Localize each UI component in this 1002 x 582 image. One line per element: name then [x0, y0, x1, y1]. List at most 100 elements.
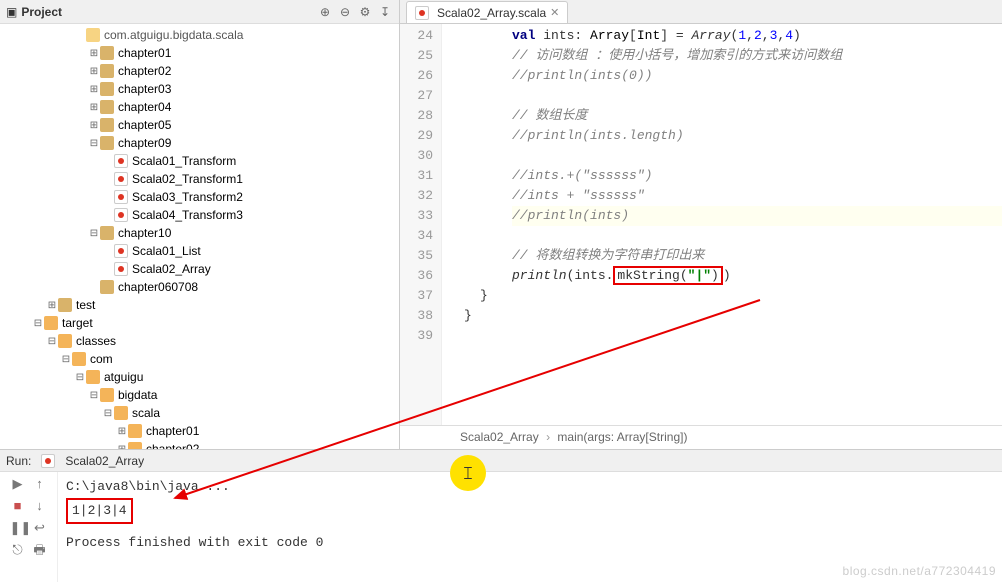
tree-item[interactable]: Scala03_Transform2 [0, 188, 399, 206]
code-line[interactable] [512, 86, 1002, 106]
code-line[interactable]: //ints.+("ssssss") [512, 166, 1002, 186]
tree-item[interactable]: ⊟scala [0, 404, 399, 422]
tree-item[interactable]: ⊞chapter04 [0, 98, 399, 116]
expander-icon[interactable]: ⊞ [116, 444, 128, 450]
tree-item[interactable]: ⊟ target [0, 314, 399, 332]
code-line[interactable]: //println(ints) [512, 206, 1002, 226]
expander-icon[interactable]: ⊞ [88, 120, 100, 131]
expander-icon[interactable]: ⊞ [88, 66, 100, 77]
tree-label: Scala03_Transform2 [132, 190, 243, 204]
console-cmd: C:\java8\bin\java ... [66, 476, 994, 498]
soft-wrap-icon[interactable]: ↩ [32, 520, 48, 536]
scala-icon [114, 190, 128, 204]
tree-item[interactable]: ⊟atguigu [0, 368, 399, 386]
stop-icon[interactable]: ■ [10, 498, 26, 514]
code-line[interactable]: } [464, 306, 1002, 326]
folder-icon [58, 298, 72, 312]
tree-item[interactable]: ⊞chapter02 [0, 62, 399, 80]
tree-item[interactable]: ⊟bigdata [0, 386, 399, 404]
expander-icon[interactable]: ⊞ [88, 102, 100, 113]
tree-label: chapter09 [118, 136, 171, 150]
code-line[interactable]: // 将数组转换为字符串打印出来 [512, 246, 1002, 266]
breadcrumb[interactable]: Scala02_Array › main(args: Array[String]… [400, 425, 1002, 449]
watermark: blog.csdn.net/a772304419 [843, 564, 996, 578]
tree-item[interactable]: Scala01_List [0, 242, 399, 260]
tree-item[interactable]: ⊟classes [0, 332, 399, 350]
folder-icon [100, 280, 114, 294]
tree-item[interactable]: ⊞chapter03 [0, 80, 399, 98]
folder-icon [100, 82, 114, 96]
code-area[interactable]: 24252627282930313233343536373839 val int… [400, 24, 1002, 425]
tree-item[interactable]: ⊟ chapter10 [0, 224, 399, 242]
expander-icon[interactable]: ⊟ [74, 372, 86, 383]
code-line[interactable]: println(ints.mkString("|")) [512, 266, 1002, 286]
expander-icon[interactable]: ⊟ [32, 318, 44, 329]
expander-icon[interactable]: ⊟ [102, 408, 114, 419]
tree-item[interactable]: ⊞chapter02 [0, 440, 399, 449]
expander-icon[interactable]: ⊟ [60, 354, 72, 365]
collapse-all-icon[interactable]: ⊕ [317, 4, 333, 20]
project-tree[interactable]: com.atguigu.bigdata.scala⊞chapter01⊞chap… [0, 24, 399, 449]
code-line[interactable]: //println(ints(0)) [512, 66, 1002, 86]
tree-item[interactable]: Scala02_Transform1 [0, 170, 399, 188]
run-config-name[interactable]: Scala02_Array [65, 454, 144, 468]
tree-item[interactable]: ⊞chapter01 [0, 44, 399, 62]
folder-orange-icon [128, 424, 142, 438]
pause-icon[interactable]: ❚❚ [10, 520, 26, 536]
tree-item[interactable]: Scala01_Transform [0, 152, 399, 170]
tree-item[interactable]: com.atguigu.bigdata.scala [0, 26, 399, 44]
code-line[interactable] [512, 326, 1002, 346]
scala-icon [114, 172, 128, 186]
run-panel: Run: Scala02_Array ▶ ↑ ■ ↓ ❚❚ ↩ ⎋ 🖶 C:\j… [0, 450, 1002, 582]
gear-icon[interactable]: ⚙ [357, 4, 373, 20]
expander-icon[interactable]: ⊞ [46, 300, 58, 311]
tree-item[interactable]: chapter060708 [0, 278, 399, 296]
expander-icon[interactable]: ⊟ [88, 228, 100, 239]
code-line[interactable]: // 访问数组 ：使用小括号，增加索引的方式来访问数组 [512, 46, 1002, 66]
rerun-icon[interactable]: ▶ [10, 476, 26, 492]
code-content[interactable]: val ints: Array[Int] = Array(1,2,3,4)// … [442, 24, 1002, 425]
print-icon[interactable]: 🖶 [32, 542, 48, 558]
tree-label: Scala01_List [132, 244, 201, 258]
breadcrumb-method[interactable]: main(args: Array[String]) [557, 430, 687, 444]
expander-icon[interactable]: ⊟ [88, 390, 100, 401]
tree-label: chapter060708 [118, 280, 198, 294]
chevron-right-icon: › [546, 430, 550, 444]
expander-icon[interactable]: ⊟ [46, 336, 58, 347]
expander-icon[interactable]: ⊞ [116, 426, 128, 437]
minimize-icon[interactable]: ↧ [377, 4, 393, 20]
tree-item[interactable]: ⊟com [0, 350, 399, 368]
tree-item[interactable]: ⊞chapter05 [0, 116, 399, 134]
expander-icon[interactable]: ⊟ [88, 138, 100, 149]
code-line[interactable] [512, 226, 1002, 246]
tree-item[interactable]: Scala04_Transform3 [0, 206, 399, 224]
folder-orange-icon [72, 352, 86, 366]
scala-icon [415, 6, 429, 20]
folder-orange-icon [44, 316, 58, 330]
up-icon[interactable]: ↑ [32, 476, 48, 492]
close-icon[interactable]: ✕ [550, 6, 559, 19]
code-line[interactable]: } [480, 286, 1002, 306]
code-line[interactable]: //println(ints.length) [512, 126, 1002, 146]
tree-label: chapter10 [118, 226, 171, 240]
scala-icon [114, 262, 128, 276]
project-header: ▣ Project ⊕ ⊖ ⚙ ↧ [0, 0, 399, 24]
tree-item[interactable]: ⊞test [0, 296, 399, 314]
tree-item[interactable]: Scala02_Array [0, 260, 399, 278]
tree-label: Scala02_Transform1 [132, 172, 243, 186]
expander-icon[interactable]: ⊞ [88, 84, 100, 95]
code-line[interactable]: val ints: Array[Int] = Array(1,2,3,4) [512, 26, 1002, 46]
code-line[interactable] [512, 146, 1002, 166]
tree-label: target [62, 316, 93, 330]
tree-item[interactable]: ⊞chapter01 [0, 422, 399, 440]
expander-icon[interactable]: ⊞ [88, 48, 100, 59]
exit-icon[interactable]: ⎋ [10, 542, 26, 558]
code-line[interactable]: //ints + "ssssss" [512, 186, 1002, 206]
folder-icon [100, 64, 114, 78]
hide-icon[interactable]: ⊖ [337, 4, 353, 20]
tree-item[interactable]: ⊟ chapter09 [0, 134, 399, 152]
tab-scala02-array[interactable]: Scala02_Array.scala ✕ [406, 1, 568, 23]
breadcrumb-class[interactable]: Scala02_Array [460, 430, 539, 444]
code-line[interactable]: // 数组长度 [512, 106, 1002, 126]
down-icon[interactable]: ↓ [32, 498, 48, 514]
